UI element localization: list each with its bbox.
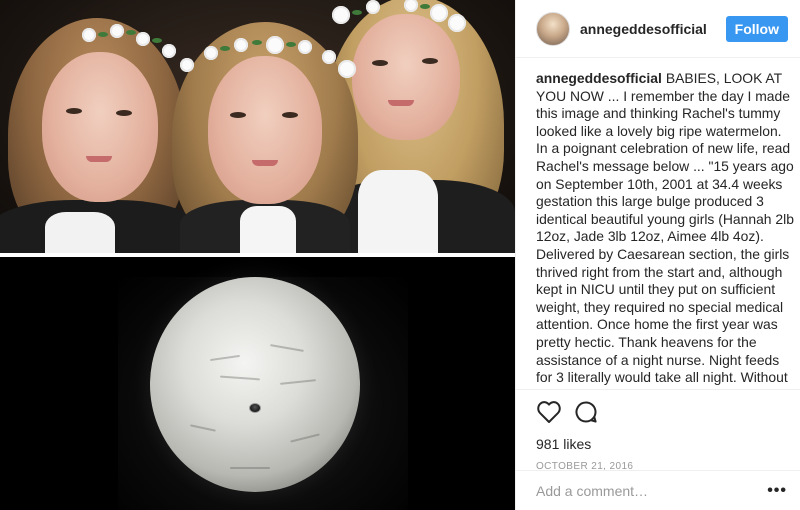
flower <box>162 44 176 58</box>
username-link[interactable]: annegeddesofficial <box>580 21 726 37</box>
flower <box>180 58 194 72</box>
action-icons <box>536 399 781 425</box>
more-options-icon[interactable]: ••• <box>767 482 787 498</box>
post-header: annegeddesofficial Follow <box>516 0 800 58</box>
flower <box>234 38 248 52</box>
flower <box>110 24 124 38</box>
flower <box>366 0 380 14</box>
flower <box>266 36 284 54</box>
flower <box>136 32 150 46</box>
actions-block: 981 likes October 21, 2016 <box>516 389 800 472</box>
post-media[interactable] <box>0 0 515 510</box>
avatar[interactable] <box>536 11 570 46</box>
caption: annegeddesofficial BABIES, LOOK AT YOU NO… <box>536 70 794 388</box>
flower <box>430 4 448 22</box>
flower <box>82 28 96 42</box>
flower <box>448 14 466 32</box>
flower <box>204 46 218 60</box>
triplets-photo <box>0 0 515 253</box>
pregnant-belly-photo <box>0 257 515 510</box>
caption-username[interactable]: annegeddesofficial <box>536 70 662 86</box>
girl-center <box>170 0 360 253</box>
navel <box>249 403 261 413</box>
follow-button[interactable]: Follow <box>725 15 788 42</box>
likes-count[interactable]: 981 likes <box>536 436 781 452</box>
flower <box>338 60 356 78</box>
caption-text: BABIES, LOOK AT YOU NOW ... I remember t… <box>536 70 794 388</box>
belly <box>150 277 360 492</box>
heart-icon[interactable] <box>536 399 562 425</box>
post-sidebar: annegeddesofficial Follow annegeddesoffi… <box>515 0 800 510</box>
flower <box>332 6 350 24</box>
comment-input[interactable] <box>536 482 768 499</box>
comment-bar: ••• <box>516 470 800 510</box>
instagram-post: annegeddesofficial Follow annegeddesoffi… <box>0 0 800 510</box>
flower <box>322 50 336 64</box>
flower <box>298 40 312 54</box>
caption-container[interactable]: annegeddesofficial BABIES, LOOK AT YOU NO… <box>536 70 794 388</box>
comment-bubble-icon[interactable] <box>573 399 599 425</box>
